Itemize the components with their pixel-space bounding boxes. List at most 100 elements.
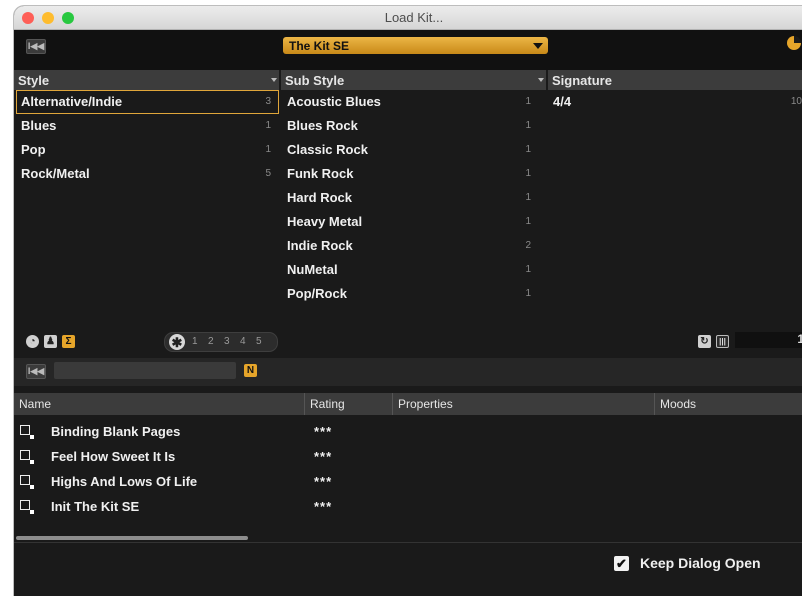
item-label: Alternative/Indie	[21, 94, 123, 109]
item-count: 1	[265, 144, 271, 155]
list-item[interactable]: Acoustic Blues 1	[282, 90, 539, 114]
list-item[interactable]: NuMetal 1	[282, 258, 539, 282]
item-label: Funk Rock	[287, 166, 354, 181]
result-count: 11	[735, 332, 802, 348]
item-label: Acoustic Blues	[287, 94, 381, 109]
kit-dropdown[interactable]: The Kit SE	[283, 37, 548, 54]
sub-style-column-header[interactable]: Sub Style	[281, 70, 546, 90]
style-list: Alternative/Indie 3 Blues 1 Pop 1 Rock/Meta…	[16, 90, 279, 186]
load-kit-dialog: Load Kit... I◀◀ The Kit SE Style Sub Sty…	[14, 6, 802, 596]
item-count: 1	[525, 144, 531, 155]
list-item[interactable]: Blues 1	[16, 114, 279, 138]
file-icon	[20, 450, 34, 464]
list-item[interactable]: Funk Rock 1	[282, 162, 539, 186]
rewind-icon[interactable]: I◀◀	[26, 364, 46, 379]
title-bar: Load Kit...	[14, 6, 802, 30]
col-moods-label: Moods	[660, 397, 697, 411]
item-label: NuMetal	[287, 262, 338, 277]
list-item[interactable]: 4/4 10	[548, 90, 802, 114]
col-rating-label: Rating	[310, 397, 345, 411]
item-count: 1	[525, 96, 531, 107]
n-badge[interactable]: N	[244, 364, 257, 377]
row-rating: ***	[314, 424, 333, 439]
item-label: Pop	[21, 142, 46, 157]
col-rating[interactable]: Rating	[304, 393, 383, 415]
item-label: Heavy Metal	[287, 214, 363, 229]
item-label: Hard Rock	[287, 190, 353, 205]
list-item[interactable]: Pop/Rock 1	[282, 282, 539, 306]
rating-2[interactable]: 2	[208, 336, 214, 347]
item-count: 10	[790, 96, 802, 107]
window-title: Load Kit...	[384, 10, 444, 25]
divider	[14, 542, 802, 543]
progress-pie-icon[interactable]	[787, 36, 801, 50]
list-item[interactable]: Heavy Metal 1	[282, 210, 539, 234]
list-item[interactable]: Classic Rock 1	[282, 138, 539, 162]
row-rating: ***	[314, 499, 333, 514]
style-column-header[interactable]: Style	[14, 70, 279, 90]
col-properties[interactable]: Properties	[392, 393, 655, 415]
item-count: 1	[525, 168, 531, 179]
chevron-down-icon	[533, 43, 543, 49]
rating-filter[interactable]: ✱ 1 2 3 4 5	[164, 332, 278, 352]
horizontal-scrollbar[interactable]	[16, 536, 248, 540]
person-icon[interactable]: ♟	[44, 335, 57, 348]
list-item[interactable]: Blues Rock 1	[282, 114, 539, 138]
rating-1[interactable]: 1	[192, 336, 198, 347]
sigma-icon[interactable]: Σ	[62, 335, 75, 348]
rating-4[interactable]: 4	[240, 336, 246, 347]
refresh-icon[interactable]: ↻	[698, 335, 711, 348]
rewind-icon[interactable]: I◀◀	[26, 39, 46, 54]
search-bar: I◀◀ N	[14, 358, 802, 386]
rating-3[interactable]: 3	[224, 336, 230, 347]
item-label: Indie Rock	[287, 238, 353, 253]
list-item[interactable]: Rock/Metal 5	[16, 162, 279, 186]
row-name: Highs And Lows Of Life	[51, 474, 198, 489]
filter-bar: ◔ ♟ Σ ✱ 1 2 3 4 5 ↻ ||| 11	[14, 326, 802, 356]
sort-arrow-icon	[271, 78, 277, 82]
item-count: 1	[525, 120, 531, 131]
columns-icon[interactable]: |||	[716, 335, 729, 348]
kit-toolbar: I◀◀ The Kit SE	[14, 30, 802, 70]
col-moods[interactable]: Moods	[654, 393, 802, 415]
keep-dialog-open-checkbox[interactable]: ✔	[614, 556, 629, 571]
list-item[interactable]: Pop 1	[16, 138, 279, 162]
rating-5[interactable]: 5	[256, 336, 262, 347]
row-name: Feel How Sweet It Is	[51, 449, 176, 464]
sort-arrow-icon	[538, 78, 544, 82]
item-label: Blues	[21, 118, 57, 133]
list-item[interactable]: Hard Rock 1	[282, 186, 539, 210]
list-item[interactable]: Indie Rock 2	[282, 234, 539, 258]
style-header-label: Style	[18, 73, 50, 88]
list-item[interactable]: Alternative/Indie 3	[16, 90, 279, 114]
row-rating: ***	[314, 449, 333, 464]
file-icon	[20, 500, 34, 514]
item-count: 1	[525, 192, 531, 203]
item-label: Rock/Metal	[21, 166, 90, 181]
file-icon	[20, 475, 34, 489]
row-name: Init The Kit SE	[51, 499, 140, 514]
item-count: 1	[525, 288, 531, 299]
col-properties-label: Properties	[398, 397, 453, 411]
signature-column-header[interactable]: Signature	[548, 70, 802, 90]
search-input[interactable]	[54, 362, 236, 379]
star-icon: ✱	[169, 334, 185, 350]
item-count: 3	[265, 96, 271, 107]
item-label: Pop/Rock	[287, 286, 347, 301]
sub-style-list: Acoustic Blues 1 Blues Rock 1 Classic Rock…	[282, 90, 539, 306]
item-label: Blues Rock	[287, 118, 358, 133]
col-name[interactable]: Name	[14, 393, 304, 415]
item-count: 2	[525, 240, 531, 251]
item-count: 1	[525, 216, 531, 227]
item-label: Classic Rock	[287, 142, 368, 157]
signature-list: 4/4 10	[548, 90, 802, 114]
clock-icon[interactable]: ◔	[26, 335, 39, 348]
row-name: Binding Blank Pages	[51, 424, 181, 439]
item-count: 1	[525, 264, 531, 275]
file-icon	[20, 425, 34, 439]
keep-dialog-open-label: Keep Dialog Open	[640, 555, 761, 571]
item-count: 1	[265, 120, 271, 131]
sub-style-header-label: Sub Style	[285, 73, 345, 88]
signature-header-label: Signature	[552, 73, 612, 88]
col-name-label: Name	[19, 397, 52, 411]
